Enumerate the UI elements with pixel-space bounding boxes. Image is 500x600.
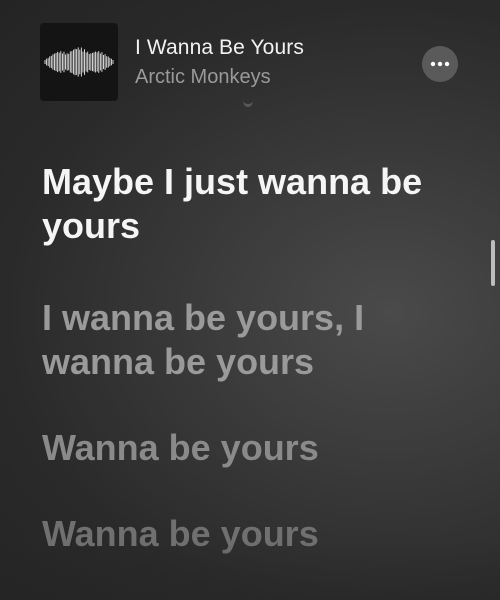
scrollbar[interactable] [491, 240, 495, 286]
lyric-line-upcoming[interactable]: Wanna be yours [42, 426, 462, 470]
lyric-line-current[interactable]: Maybe I just wanna be yours [42, 160, 442, 248]
now-playing-header: I Wanna Be Yours Arctic Monkeys [0, 0, 500, 112]
lyrics-panel: Maybe I just wanna be yours I wanna be y… [42, 160, 462, 556]
artist-name[interactable]: Arctic Monkeys [135, 66, 271, 89]
ellipsis-icon [430, 61, 450, 67]
previous-lyric-fragment [236, 99, 260, 113]
soundwave-icon [44, 47, 114, 77]
lyric-line-upcoming[interactable]: Wanna be yours [42, 512, 462, 556]
lyric-line-next[interactable]: I wanna be yours, I wanna be yours [42, 296, 402, 384]
more-options-button[interactable] [422, 46, 458, 82]
song-title[interactable]: I Wanna Be Yours [135, 36, 304, 60]
album-artwork[interactable] [40, 23, 118, 101]
